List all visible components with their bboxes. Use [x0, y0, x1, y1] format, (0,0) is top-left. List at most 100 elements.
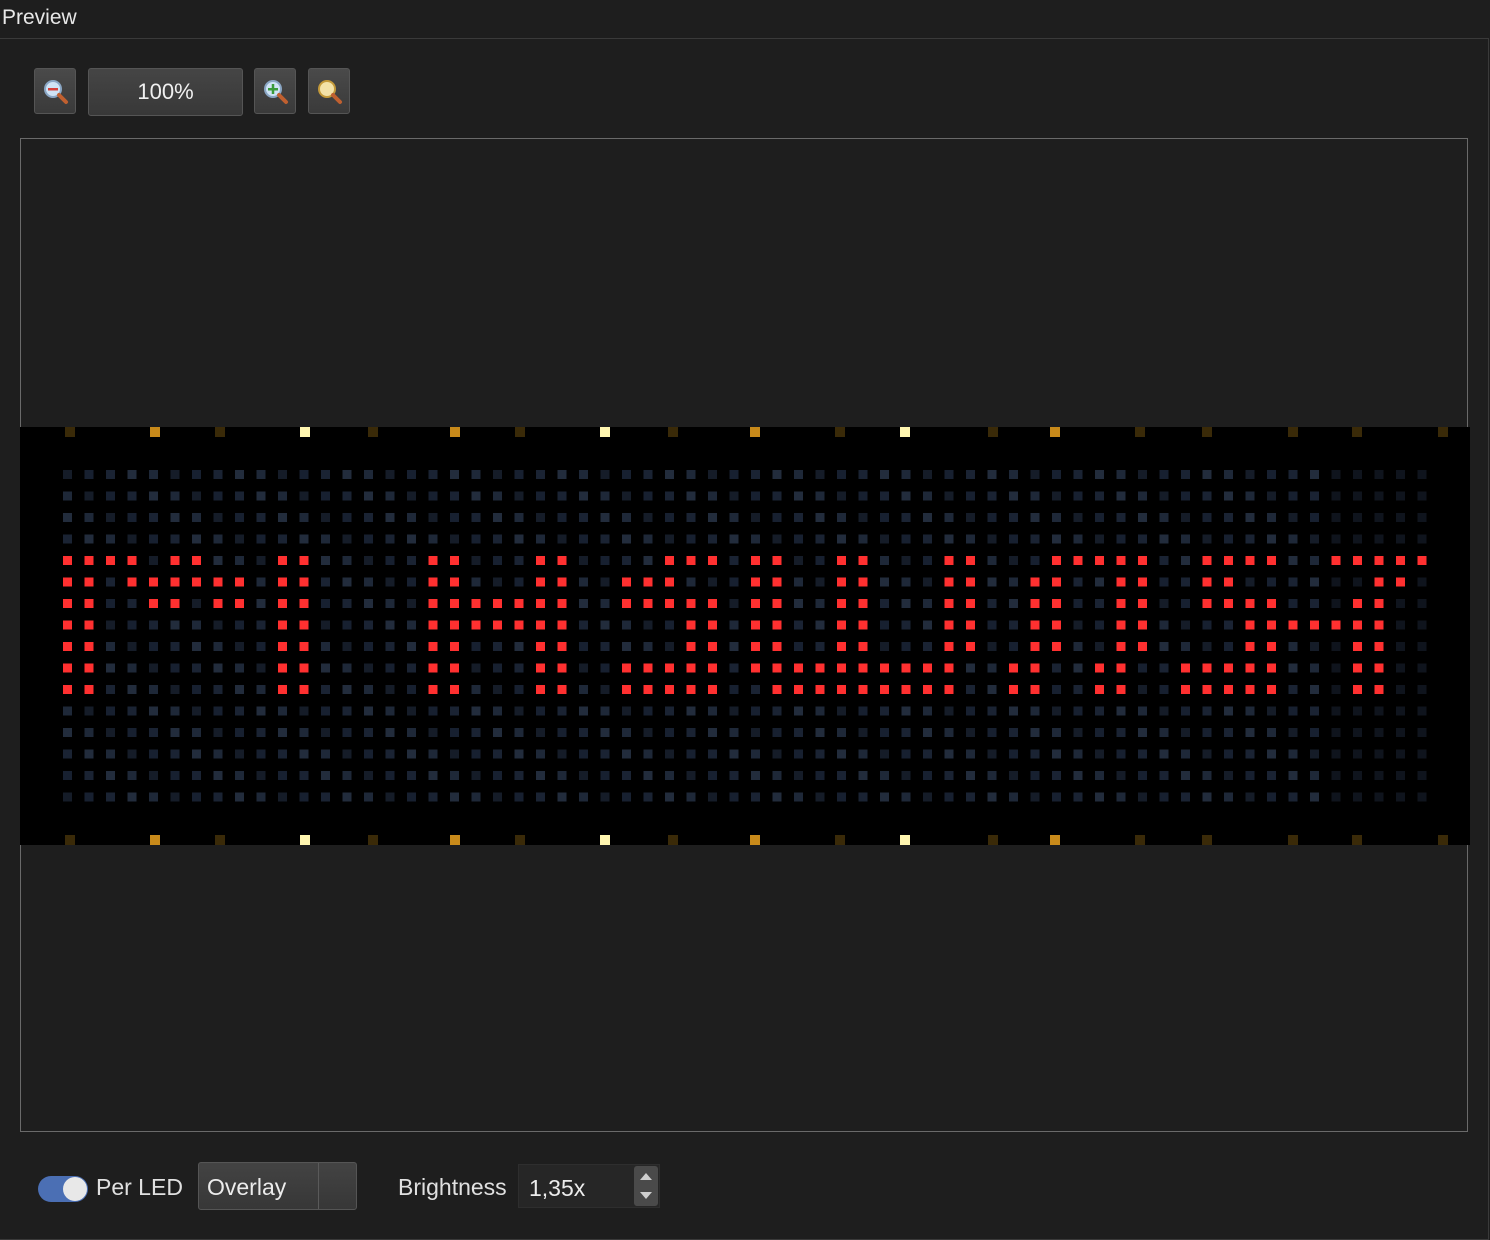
edge-marker — [1438, 835, 1448, 845]
led-pixel — [966, 470, 975, 479]
led-pixel — [944, 792, 954, 802]
led-pixel — [213, 534, 223, 544]
zoom-in-button[interactable] — [254, 68, 296, 114]
led-pixel — [923, 642, 932, 651]
led-pixel — [557, 556, 567, 565]
led-pixel — [708, 556, 717, 565]
led-pixel — [256, 534, 266, 544]
led-pixel — [794, 706, 803, 716]
led-pixel — [987, 577, 997, 587]
led-pixel — [794, 685, 803, 694]
mode-dropdown[interactable]: Overlay — [198, 1162, 357, 1210]
led-pixel — [364, 513, 373, 522]
led-pixel — [1095, 663, 1104, 673]
led-pixel — [686, 749, 696, 759]
led-pixel — [428, 470, 438, 479]
led-pixel — [1138, 771, 1147, 780]
led-pixel — [665, 491, 674, 501]
zoom-fit-button[interactable] — [308, 68, 350, 114]
led-pixel — [1396, 470, 1405, 479]
led-pixel — [794, 771, 803, 780]
led-pixel — [1310, 599, 1319, 608]
zoom-level-field[interactable]: 100% — [88, 68, 243, 116]
led-pixel — [1159, 470, 1169, 479]
led-pixel — [1116, 577, 1126, 587]
zoom-in-icon — [264, 80, 288, 104]
edge-marker — [1135, 835, 1145, 845]
spin-buttons — [634, 1166, 658, 1206]
led-pixel — [772, 491, 782, 501]
led-pixel — [901, 663, 911, 673]
led-pixel — [837, 685, 846, 694]
led-pixel — [1202, 728, 1212, 737]
led-pixel — [213, 491, 223, 501]
led-pixel — [342, 556, 352, 565]
led-pixel — [493, 470, 502, 479]
led-pixel — [1396, 534, 1405, 544]
led-pixel — [536, 513, 545, 522]
led-pixel — [1181, 792, 1190, 802]
led-pixel — [385, 620, 395, 630]
led-pixel — [557, 599, 567, 608]
led-pixel — [84, 513, 94, 522]
led-pixel — [450, 792, 459, 802]
spin-up-icon[interactable] — [634, 1166, 658, 1186]
led-pixel — [966, 491, 975, 501]
led-pixel — [321, 491, 330, 501]
led-pixel — [643, 706, 653, 716]
led-pixel — [1052, 749, 1061, 759]
led-pixel — [127, 556, 137, 565]
zoom-out-button[interactable] — [34, 68, 76, 114]
led-pixel — [278, 706, 287, 716]
led-pixel — [450, 577, 459, 587]
led-pixel — [1181, 620, 1190, 630]
led-pixel — [1030, 534, 1040, 544]
led-pixel — [708, 513, 717, 522]
brightness-spinbox[interactable]: 1,35x — [518, 1164, 660, 1208]
per-led-toggle[interactable] — [38, 1176, 88, 1202]
led-pixel — [192, 749, 201, 759]
led-pixel — [493, 599, 502, 608]
led-pixel — [1245, 577, 1255, 587]
led-pixel — [923, 706, 932, 716]
edge-marker — [1288, 427, 1298, 437]
led-pixel — [1310, 771, 1319, 780]
led-pixel — [493, 556, 502, 565]
led-pixel — [1052, 599, 1061, 608]
edge-marker — [1288, 835, 1298, 845]
led-pixel — [235, 771, 244, 780]
led-pixel — [235, 792, 244, 802]
led-pixel — [1417, 577, 1427, 587]
led-pixel — [1353, 706, 1362, 716]
led-pixel — [1116, 685, 1126, 694]
led-pixel — [1353, 728, 1362, 737]
led-pixel — [1267, 513, 1276, 522]
led-pixel — [923, 728, 932, 737]
led-pixel — [514, 599, 524, 608]
led-pixel — [1224, 577, 1233, 587]
led-pixel — [1288, 706, 1298, 716]
led-pixel — [342, 513, 352, 522]
led-pixel — [557, 642, 567, 651]
led-pixel — [1073, 470, 1083, 479]
led-pixel — [1030, 620, 1040, 630]
led-pixel — [1052, 663, 1061, 673]
led-pixel — [708, 620, 717, 630]
led-pixel — [149, 706, 158, 716]
led-pixel — [1009, 577, 1018, 587]
spin-down-icon[interactable] — [634, 1186, 658, 1206]
led-pixel — [342, 706, 352, 716]
led-pixel — [600, 685, 610, 694]
led-pixel — [342, 577, 352, 587]
led-pixel — [364, 556, 373, 565]
led-pixel — [1417, 491, 1427, 501]
led-pixel — [256, 470, 266, 479]
led-pixel — [1374, 663, 1384, 673]
led-pixel — [1116, 749, 1126, 759]
led-pixel — [63, 771, 72, 780]
led-pixel — [1159, 642, 1169, 651]
led-matrix-canvas[interactable] — [20, 427, 1470, 845]
led-pixel — [600, 577, 610, 587]
led-pixel — [1116, 663, 1126, 673]
led-pixel — [665, 470, 674, 479]
